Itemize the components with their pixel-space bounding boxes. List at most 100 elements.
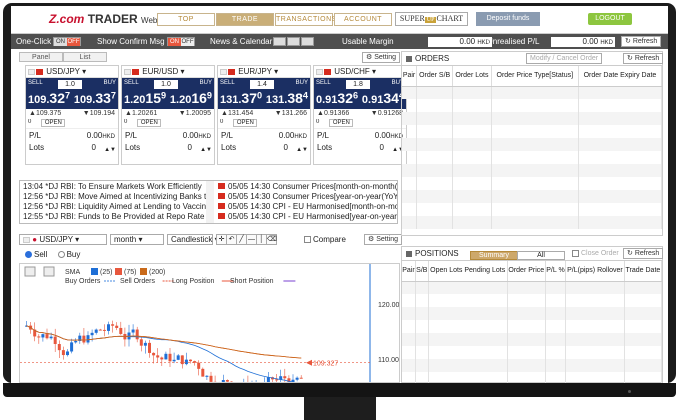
table-row bbox=[402, 359, 663, 372]
column-header[interactable]: Order Price Type[Status] bbox=[491, 66, 579, 87]
drawing-tools: ✛ ↶ ╱ — │ ⌫ bbox=[216, 234, 277, 245]
tile-header[interactable]: USD/CHF ▾ bbox=[314, 66, 406, 78]
chart-period-select[interactable]: month ▾ bbox=[110, 234, 164, 245]
panel-view-button[interactable]: Panel bbox=[19, 52, 63, 62]
sell-price-button[interactable]: 0.91326 bbox=[316, 90, 358, 106]
chart-canvas[interactable]: SMA (25) (75) (200) Buy Orders Sell Orders Lon… bbox=[20, 264, 400, 383]
sell-price-button[interactable]: 109.327 bbox=[28, 90, 70, 106]
list-view-button[interactable]: List bbox=[63, 52, 107, 62]
column-header[interactable]: S/B bbox=[415, 261, 429, 282]
flag-icon bbox=[220, 68, 227, 75]
layout-b-icon[interactable] bbox=[287, 37, 300, 46]
lots-stepper[interactable]: ▲▼ bbox=[200, 144, 212, 156]
sell-price-button[interactable]: 1.20159 bbox=[124, 90, 166, 106]
logout-button[interactable]: LOGOUT bbox=[588, 13, 632, 25]
tab-trade[interactable]: TRADE bbox=[216, 13, 274, 26]
layout-a-icon[interactable] bbox=[273, 37, 286, 46]
panel-setting-button[interactable]: ⚙ Setting bbox=[362, 52, 401, 63]
news-item[interactable]: 12:56 *DJ RBI: Move Aimed at Incentivizi… bbox=[23, 192, 208, 202]
pair-name: USD/CHF bbox=[334, 67, 370, 76]
spread-value: 1.0 bbox=[58, 80, 82, 89]
column-header[interactable]: Order Lots bbox=[452, 66, 492, 87]
tile-header[interactable]: EUR/USD ▾ bbox=[122, 66, 214, 78]
buy-price-button[interactable]: 131.384 bbox=[266, 90, 308, 106]
candle-body bbox=[156, 355, 160, 358]
open-button[interactable]: OPEN bbox=[233, 119, 258, 128]
flag-icon bbox=[124, 68, 131, 75]
all-tab[interactable]: All bbox=[517, 251, 565, 260]
calendar-item[interactable]: 05/05 14:30 Consumer Prices[month-on-mon… bbox=[218, 182, 397, 192]
calendar-item[interactable]: 05/05 14:30 CPI - EU Harmonised[month-on… bbox=[218, 202, 397, 212]
tile-header[interactable]: USD/JPY ▾ bbox=[26, 66, 118, 78]
deposit-button[interactable]: Deposit funds bbox=[476, 12, 540, 26]
layout-icons[interactable] bbox=[273, 37, 315, 48]
open-button[interactable]: OPEN bbox=[41, 119, 66, 128]
lots-input[interactable]: 0 bbox=[92, 142, 96, 154]
tile-header[interactable]: EUR/JPY ▾ bbox=[218, 66, 310, 78]
candle-body bbox=[74, 341, 78, 343]
flag-icon bbox=[218, 213, 225, 219]
chart-type-select[interactable]: Candlestick ▾ bbox=[167, 234, 219, 245]
lots-input[interactable]: 0 bbox=[284, 142, 288, 154]
candle-body bbox=[213, 381, 217, 382]
news-item[interactable]: 12:56 *DJ RBI: Liquidity Aimed at Lendin… bbox=[23, 202, 208, 212]
buy-price-button[interactable]: 109.337 bbox=[74, 90, 116, 106]
price-chart[interactable]: SMA (25) (75) (200) Buy Orders Sell Orders Lon… bbox=[19, 263, 400, 383]
calendar-item[interactable]: 05/05 14:30 CPI - EU Harmonised[year-on-… bbox=[218, 212, 397, 222]
modify-cancel-button[interactable]: Modify / Cancel Order bbox=[526, 53, 603, 64]
quote-box: SELL 1.0 BUY 1.20159 1.20169 ▲1.20261 ▼1.20… bbox=[122, 78, 214, 119]
column-header[interactable]: P/L % bbox=[545, 261, 567, 282]
orders-refresh-button[interactable]: ↻ Refresh bbox=[623, 53, 664, 64]
calendar-item[interactable]: 05/05 14:30 Consumer Prices[year-on-year… bbox=[218, 192, 397, 202]
positions-refresh-button[interactable]: ↻ Refresh bbox=[623, 248, 664, 259]
summary-tab[interactable]: Summary bbox=[470, 251, 518, 260]
superchart-button[interactable]: SUPER UP CHART bbox=[395, 12, 468, 26]
sell-radio[interactable]: Sell bbox=[25, 250, 47, 259]
compare-checkbox[interactable]: Compare bbox=[304, 235, 346, 244]
sell-price-button[interactable]: 131.370 bbox=[220, 90, 262, 106]
legend-label: SMA bbox=[65, 269, 81, 276]
lots-input[interactable]: 0 bbox=[380, 142, 384, 154]
buy-radio[interactable]: Buy bbox=[57, 250, 80, 259]
news-scrollbar[interactable] bbox=[206, 181, 214, 223]
candle-body bbox=[86, 335, 90, 343]
high-value: ▲109.375 bbox=[29, 110, 62, 117]
flag-icon bbox=[218, 193, 225, 199]
buy-price-button[interactable]: 0.91344 bbox=[362, 90, 404, 106]
column-header[interactable]: Order S/B bbox=[416, 66, 454, 87]
column-header[interactable]: Order Price bbox=[507, 261, 546, 282]
legend-label: Short Position bbox=[230, 278, 274, 285]
column-header[interactable]: Order Date Expiry Date bbox=[578, 66, 663, 87]
lots-stepper[interactable]: ▲▼ bbox=[104, 144, 116, 156]
column-header[interactable]: P/L(pips) Rollover bbox=[565, 261, 625, 282]
candle-body bbox=[143, 342, 147, 346]
eraser-icon[interactable]: ⌫ bbox=[266, 234, 277, 245]
one-click-toggle[interactable]: ON OFF bbox=[53, 37, 81, 46]
lots-stepper[interactable]: ▲▼ bbox=[296, 144, 308, 156]
open-button[interactable]: OPEN bbox=[137, 119, 162, 128]
open-button[interactable]: OPEN bbox=[329, 119, 354, 128]
column-header[interactable]: Open Lots Pending Lots bbox=[428, 261, 508, 282]
tab-top[interactable]: TOP bbox=[157, 13, 215, 26]
column-header[interactable]: Pair bbox=[402, 261, 416, 282]
spread-value: 1.0 bbox=[154, 80, 178, 89]
tab-transactions[interactable]: TRANSACTIONS bbox=[275, 13, 336, 26]
confirm-toggle[interactable]: ON OFF bbox=[167, 37, 195, 46]
column-header[interactable]: Pair bbox=[402, 66, 418, 87]
chart-pair-select[interactable]: ● USD/JPY ▾ bbox=[19, 234, 107, 245]
lots-row: Lots 0 ▲▼ bbox=[314, 142, 406, 154]
lots-input[interactable]: 0 bbox=[188, 142, 192, 154]
tab-account[interactable]: ACCOUNT bbox=[334, 13, 392, 26]
refresh-button[interactable]: ↻ Refresh bbox=[621, 36, 662, 47]
column-header[interactable]: Trade Date bbox=[624, 261, 663, 282]
layout-c-icon[interactable] bbox=[301, 37, 314, 46]
sma-swatch bbox=[140, 268, 147, 275]
chart-setting-button[interactable]: ⚙ Setting bbox=[364, 234, 403, 245]
buy-price-button[interactable]: 1.20169 bbox=[170, 90, 212, 106]
news-item[interactable]: 12:55 *DJ RBI: Funds to Be Provided at R… bbox=[23, 212, 208, 222]
monitor-chin bbox=[3, 383, 676, 397]
news-item[interactable]: 13:04 *DJ RBI: To Ensure Markets Work Ef… bbox=[23, 182, 208, 192]
quote-box: SELL 1.4 BUY 131.370 131.384 ▲131.454 ▼131.… bbox=[218, 78, 310, 119]
close-order-checkbox[interactable]: Close Order bbox=[572, 247, 619, 261]
candle-body bbox=[139, 339, 143, 346]
